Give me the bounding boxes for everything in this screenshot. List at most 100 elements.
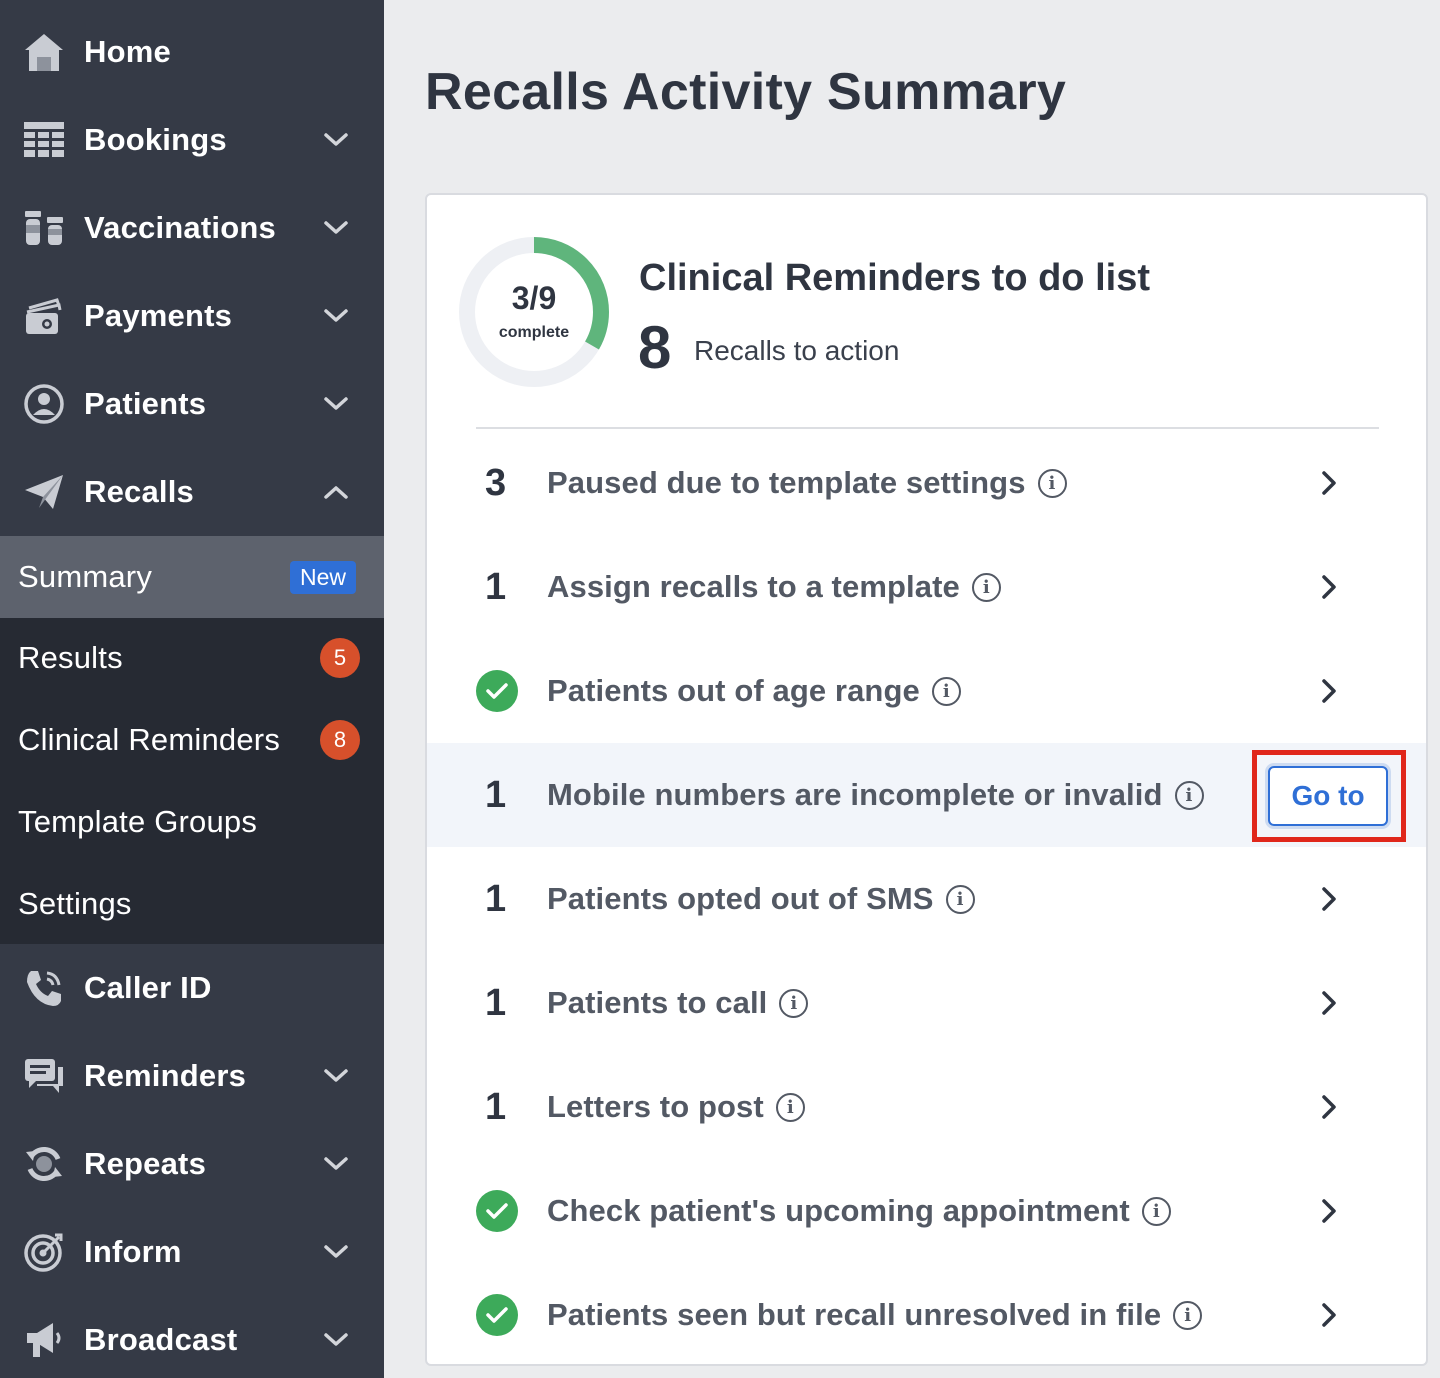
- todo-row-upcoming-appointment[interactable]: Check patient's upcoming appointment i: [427, 1159, 1426, 1263]
- progress-caption: complete: [498, 324, 570, 341]
- wallet-icon: [22, 294, 66, 338]
- row-count: 1: [485, 981, 507, 1024]
- clinical-reminders-card: 3/9 complete Clinical Reminders to do li…: [425, 193, 1428, 1366]
- chevron-right-icon: [1315, 1197, 1343, 1225]
- row-label: Assign recalls to a template: [547, 569, 960, 604]
- submenu-item-label: Clinical Reminders: [18, 722, 281, 757]
- info-icon[interactable]: i: [945, 884, 975, 914]
- check-icon: [476, 1190, 518, 1232]
- sidebar-item-label: Recalls: [84, 474, 194, 509]
- go-to-button[interactable]: Go to: [1268, 766, 1388, 826]
- submenu-item-label: Summary: [18, 559, 153, 594]
- todo-row-assign-template[interactable]: 1 Assign recalls to a template i: [427, 535, 1426, 639]
- submenu-item-label: Settings: [18, 886, 132, 921]
- chat-icon: [22, 1054, 66, 1098]
- sidebar-item-label: Inform: [84, 1234, 182, 1269]
- sidebar-item-inform[interactable]: Inform: [0, 1208, 384, 1296]
- recalls-to-action-count: 8: [638, 314, 672, 381]
- sidebar-item-label: Caller ID: [84, 970, 212, 1005]
- row-label: Mobile numbers are incomplete or invalid: [547, 777, 1163, 812]
- divider: [476, 427, 1379, 429]
- row-label: Patients to call: [547, 985, 768, 1020]
- sidebar: Home Bookings Vaccinations Payments Pati…: [0, 0, 384, 1378]
- sidebar-item-repeats[interactable]: Repeats: [0, 1120, 384, 1208]
- submenu-item-results[interactable]: Results 5: [0, 618, 384, 698]
- row-count: 3: [485, 461, 507, 504]
- chevron-down-icon: [322, 1238, 350, 1266]
- row-count: 1: [485, 773, 507, 816]
- sidebar-item-payments[interactable]: Payments: [0, 272, 384, 360]
- count-badge: 8: [320, 720, 360, 760]
- count-badge: 5: [320, 638, 360, 678]
- info-icon[interactable]: i: [1141, 1196, 1171, 1226]
- submenu-item-label: Results: [18, 640, 123, 675]
- chevron-down-icon: [322, 214, 350, 242]
- chevron-right-icon: [1315, 1301, 1343, 1329]
- row-text-wrap: Mobile numbers are incomplete or invalid…: [547, 777, 1204, 813]
- calendar-grid-icon: [22, 118, 66, 162]
- todo-row-patients-to-call[interactable]: 1 Patients to call i: [427, 951, 1426, 1055]
- row-text-wrap: Patients to call i: [547, 985, 809, 1021]
- submenu-item-clinical-reminders[interactable]: Clinical Reminders 8: [0, 700, 384, 780]
- sidebar-item-label: Payments: [84, 298, 233, 333]
- submenu-item-template-groups[interactable]: Template Groups: [0, 782, 384, 862]
- check-icon: [476, 1294, 518, 1336]
- submenu-item-summary[interactable]: Summary New: [0, 536, 384, 618]
- chevron-right-icon: [1315, 1093, 1343, 1121]
- chevron-right-icon: [1315, 573, 1343, 601]
- info-icon[interactable]: i: [971, 572, 1001, 602]
- info-icon[interactable]: i: [779, 988, 809, 1018]
- sidebar-item-label: Vaccinations: [84, 210, 276, 245]
- row-text-wrap: Patients out of age range i: [547, 673, 961, 709]
- row-text-wrap: Check patient's upcoming appointment i: [547, 1193, 1171, 1229]
- chevron-down-icon: [322, 1150, 350, 1178]
- sidebar-item-reminders[interactable]: Reminders: [0, 1032, 384, 1120]
- row-label: Check patient's upcoming appointment: [547, 1193, 1130, 1228]
- target-icon: [22, 1230, 66, 1274]
- paper-plane-icon: [22, 470, 66, 514]
- sidebar-item-recalls[interactable]: Recalls: [0, 448, 384, 536]
- info-icon[interactable]: i: [1037, 468, 1067, 498]
- info-icon[interactable]: i: [1173, 1300, 1203, 1330]
- chevron-up-icon: [322, 478, 350, 506]
- sidebar-item-bookings[interactable]: Bookings: [0, 96, 384, 184]
- todo-row-letters-to-post[interactable]: 1 Letters to post i: [427, 1055, 1426, 1159]
- new-badge: New: [289, 560, 356, 594]
- submenu-item-settings[interactable]: Settings: [0, 864, 384, 944]
- progress-ring-label: 3/9 complete: [455, 233, 613, 391]
- user-circle-icon: [22, 382, 66, 426]
- todo-row-seen-unresolved[interactable]: Patients seen but recall unresolved in f…: [427, 1263, 1426, 1367]
- info-icon[interactable]: i: [1174, 780, 1204, 810]
- row-label: Patients opted out of SMS: [547, 881, 934, 916]
- chevron-right-icon: [1315, 989, 1343, 1017]
- todo-row-opted-out-sms[interactable]: 1 Patients opted out of SMS i: [427, 847, 1426, 951]
- row-text-wrap: Paused due to template settings i: [547, 465, 1067, 501]
- todo-title: Clinical Reminders to do list: [639, 257, 1150, 299]
- row-count: 1: [485, 565, 507, 608]
- row-label: Patients seen but recall unresolved in f…: [547, 1297, 1162, 1332]
- refresh-icon: [22, 1142, 66, 1186]
- vials-icon: [22, 206, 66, 250]
- sidebar-item-patients[interactable]: Patients: [0, 360, 384, 448]
- todo-row-out-of-age-range[interactable]: Patients out of age range i: [427, 639, 1426, 743]
- sidebar-item-vaccinations[interactable]: Vaccinations: [0, 184, 384, 272]
- info-icon[interactable]: i: [931, 676, 961, 706]
- todo-row-paused[interactable]: 3 Paused due to template settings i: [427, 431, 1426, 535]
- info-icon[interactable]: i: [775, 1092, 805, 1122]
- sidebar-item-caller-id[interactable]: Caller ID: [0, 944, 384, 1032]
- home-icon: [22, 30, 66, 74]
- sidebar-item-broadcast[interactable]: Broadcast: [0, 1296, 384, 1378]
- sidebar-item-label: Home: [84, 34, 171, 69]
- chevron-right-icon: [1315, 469, 1343, 497]
- chevron-right-icon: [1315, 677, 1343, 705]
- chevron-down-icon: [322, 1326, 350, 1354]
- megaphone-icon: [22, 1318, 66, 1362]
- sidebar-item-home[interactable]: Home: [0, 8, 384, 96]
- chevron-down-icon: [322, 302, 350, 330]
- recalls-to-action-label: Recalls to action: [694, 335, 900, 366]
- chevron-down-icon: [322, 1062, 350, 1090]
- row-label: Letters to post: [547, 1089, 764, 1124]
- sidebar-item-label: Reminders: [84, 1058, 247, 1093]
- chevron-right-icon: [1315, 885, 1343, 913]
- check-icon: [476, 670, 518, 712]
